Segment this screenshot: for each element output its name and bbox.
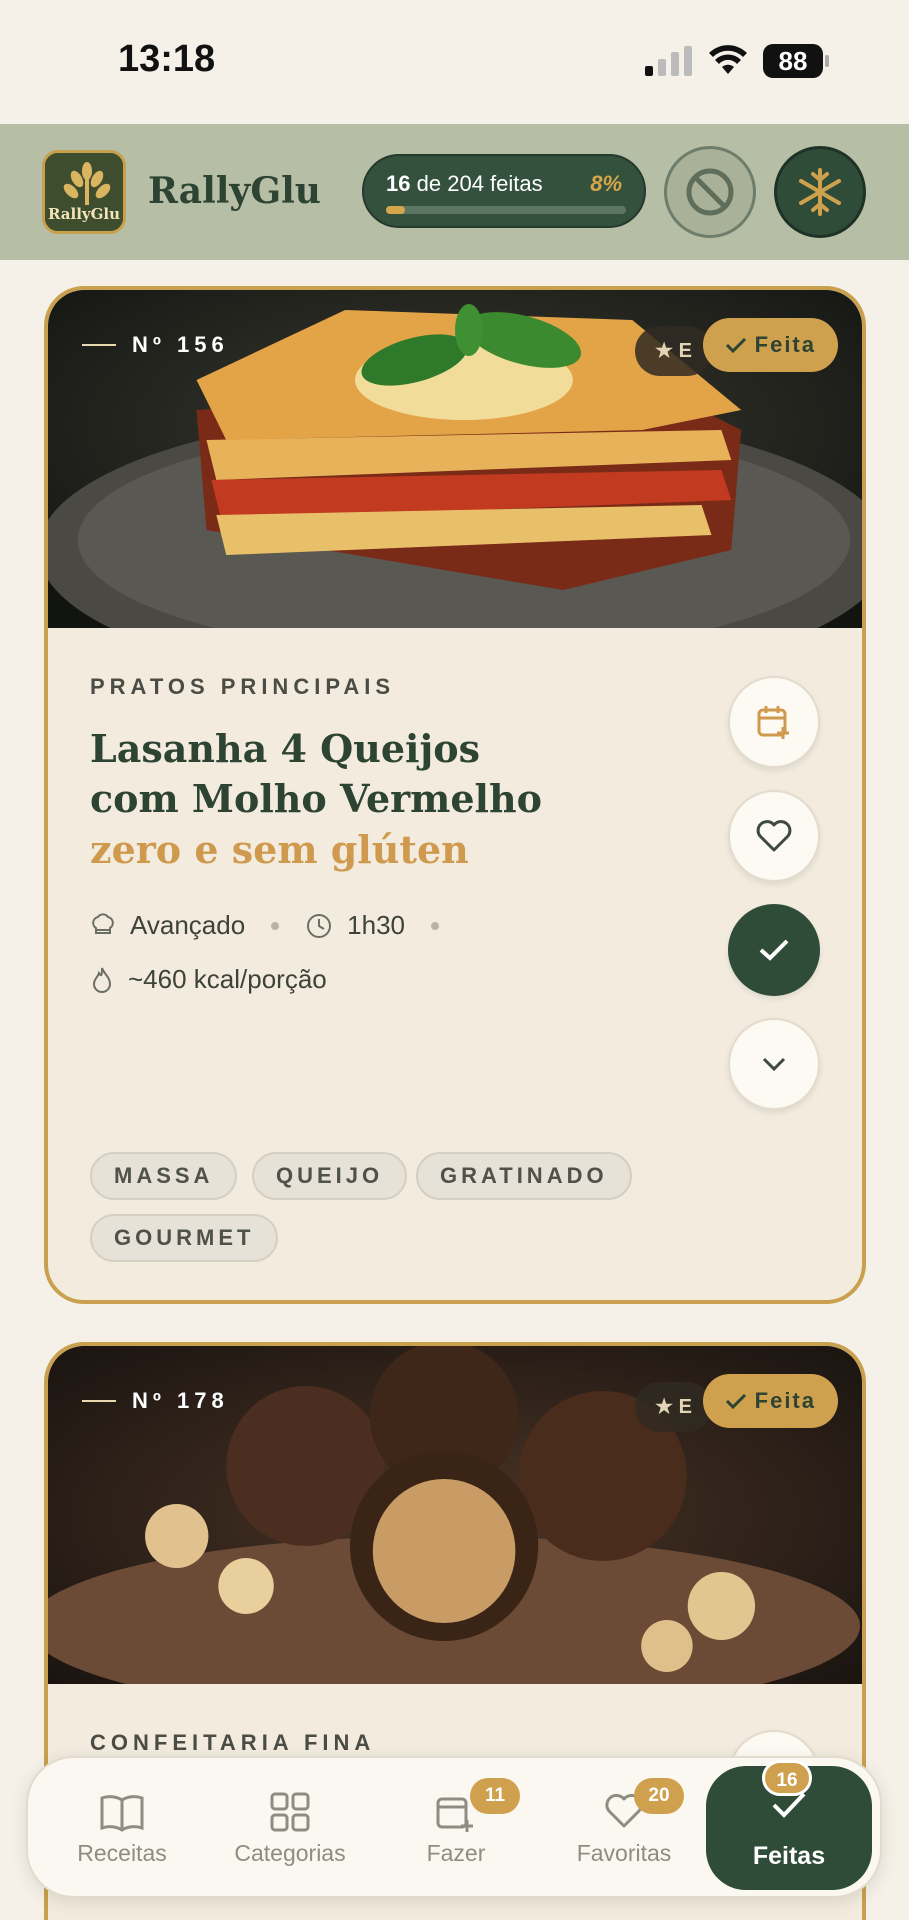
- recipe-number-text: Nº 156: [132, 332, 229, 357]
- snowflake-icon: [799, 168, 841, 216]
- progress-bar: [386, 206, 626, 214]
- recipe-tag[interactable]: GOURMET: [90, 1214, 279, 1262]
- nav-badge: 20: [634, 1778, 684, 1814]
- app-logo[interactable]: RallyGlu: [42, 150, 126, 234]
- progress-percent: 8%: [590, 171, 622, 196]
- nav-label: Favoritas: [576, 1840, 672, 1866]
- app-title: RallyGlu: [148, 170, 321, 212]
- recipe-time: 1h30: [347, 910, 406, 940]
- recipe-calories: ~460 kcal/porção: [128, 964, 327, 994]
- rating-chip: ★ E: [635, 1382, 712, 1432]
- nav-tab-receitas[interactable]: Receitas: [38, 1758, 206, 1900]
- book-icon: [99, 1792, 145, 1837]
- recipe-number: Nº 178: [82, 1388, 229, 1414]
- freezer-filter-button[interactable]: [774, 146, 866, 238]
- recipe-difficulty: Avançado: [130, 910, 246, 940]
- recipe-title-line2: com Molho Vermelho: [90, 776, 542, 821]
- recipe-tag[interactable]: MASSA: [90, 1152, 238, 1200]
- recipe-tag[interactable]: QUEIJO: [252, 1152, 408, 1200]
- recipe-meta-row: Avançado 1h30: [90, 910, 465, 941]
- recipe-calories-row: ~460 kcal/porção: [90, 964, 327, 995]
- nav-label: Fazer: [426, 1840, 486, 1866]
- check-icon: [725, 337, 746, 354]
- progress-done: 16: [386, 171, 411, 196]
- recipe-number-text: Nº 178: [132, 1388, 229, 1413]
- nav-tab-favoritas[interactable]: 20 Favoritas: [540, 1758, 708, 1900]
- rating-chip-text: E: [678, 1396, 692, 1418]
- signal-icon: [645, 46, 692, 76]
- grid-icon: [270, 1792, 310, 1837]
- nav-badge: 11: [470, 1778, 520, 1814]
- no-gluten-filter-button[interactable]: [664, 146, 756, 238]
- rating-chip: ★ E: [635, 326, 712, 376]
- clock-icon: [305, 912, 333, 940]
- recipe-card[interactable]: Nº 156 ★ E Feita PRATOS PRINCIPAIS Lasan…: [44, 286, 866, 1304]
- recipe-category: CONFEITARIA FINA: [90, 1730, 376, 1755]
- recipe-number: Nº 156: [82, 332, 229, 358]
- progress-pill[interactable]: 16 de 204 feitas 8%: [362, 154, 646, 228]
- done-chip: Feita: [702, 1374, 838, 1428]
- star-icon: ★: [655, 340, 679, 362]
- expand-button[interactable]: [728, 1018, 820, 1110]
- mark-done-button[interactable]: [728, 904, 820, 996]
- check-icon: [759, 939, 789, 961]
- nav-tab-categorias[interactable]: Categorias: [206, 1758, 374, 1900]
- status-time: 13:18: [118, 38, 216, 80]
- favorite-button[interactable]: [728, 790, 820, 882]
- nav-label: Categorias: [234, 1840, 346, 1866]
- check-icon: [725, 1393, 746, 1410]
- bottom-nav: Receitas Categorias 11 Fazer 20 Favorita…: [26, 1756, 882, 1898]
- recipe-title-accent: zero e sem glúten: [90, 827, 469, 872]
- progress-mid: de: [416, 171, 442, 196]
- nav-tab-fazer[interactable]: 11 Fazer: [372, 1758, 540, 1900]
- done-chip: Feita: [702, 318, 838, 372]
- prohibited-icon: [686, 168, 734, 216]
- done-chip-label: Feita: [754, 1388, 816, 1413]
- nav-label: Receitas: [77, 1840, 167, 1866]
- wifi-icon: [709, 45, 747, 74]
- schedule-button[interactable]: [728, 676, 820, 768]
- done-chip-label: Feita: [754, 332, 816, 357]
- nav-tab-feitas[interactable]: 16 Feitas: [706, 1760, 872, 1890]
- chef-hat-icon: [90, 912, 116, 939]
- nav-badge: 16: [762, 1760, 812, 1796]
- flame-icon: [90, 966, 114, 994]
- recipe-tag[interactable]: GRATINADO: [416, 1152, 632, 1200]
- rating-chip-text: E: [678, 340, 692, 362]
- app-header: RallyGlu RallyGlu 16 de 204 feitas 8%: [0, 124, 909, 260]
- logo-text: RallyGlu: [47, 205, 121, 223]
- star-icon: ★: [655, 1396, 679, 1418]
- progress-text: 16 de 204 feitas: [386, 171, 543, 197]
- recipe-category: PRATOS PRINCIPAIS: [90, 674, 396, 699]
- battery-indicator: 88: [763, 44, 829, 78]
- progress-fill: [386, 206, 406, 214]
- recipe-title-line1: Lasanha 4 Queijos: [90, 726, 480, 771]
- calendar-plus-icon: [757, 706, 789, 739]
- progress-total: 204 feitas: [447, 171, 543, 196]
- heart-icon: [756, 820, 792, 852]
- battery-level: 88: [763, 44, 823, 78]
- status-bar: 13:18 88: [0, 0, 909, 124]
- nav-label: Feitas: [752, 1842, 826, 1870]
- chevron-down-icon: [762, 1057, 786, 1072]
